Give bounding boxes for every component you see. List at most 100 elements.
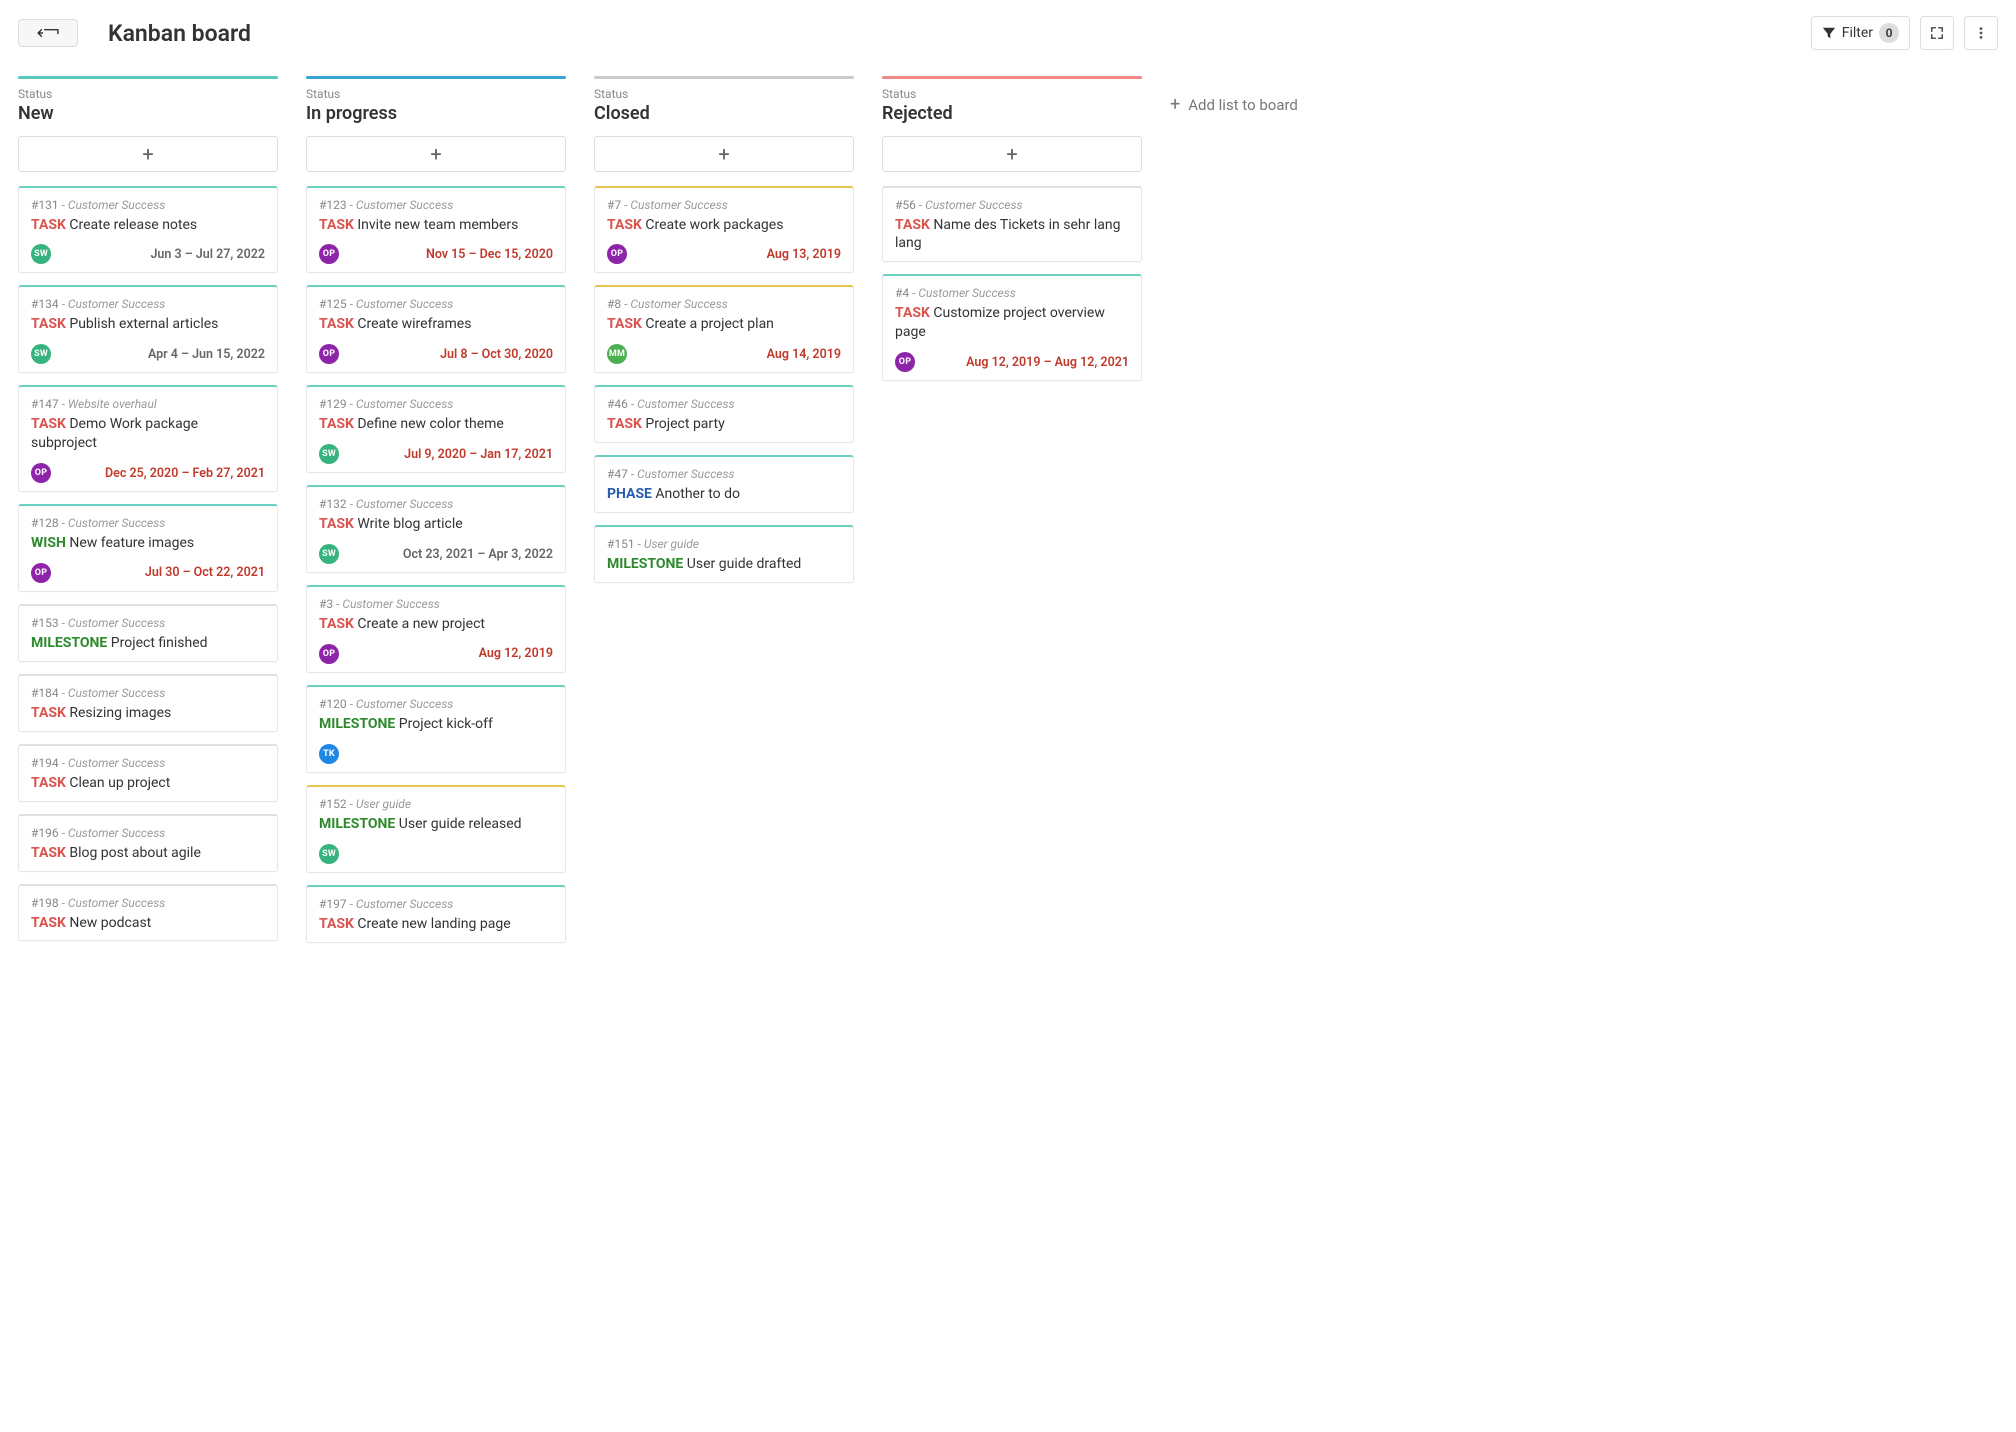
kanban-card[interactable]: #3 - Customer Success TASK Create a new … — [306, 585, 566, 673]
kanban-card[interactable]: #198 - Customer Success TASK New podcast — [18, 884, 278, 942]
card-project: User guide — [644, 537, 699, 551]
kanban-card[interactable]: #196 - Customer Success TASK Blog post a… — [18, 814, 278, 872]
card-project: Customer Success — [68, 686, 165, 700]
kanban-card[interactable]: #194 - Customer Success TASK Clean up pr… — [18, 744, 278, 802]
assignee-avatar: SW — [319, 544, 339, 564]
card-id: #3 — [319, 597, 333, 611]
card-date: Oct 23, 2021 – Apr 3, 2022 — [403, 547, 553, 562]
card-date: Jul 30 – Oct 22, 2021 — [145, 565, 265, 580]
filter-icon — [1822, 26, 1836, 40]
filter-button[interactable]: Filter 0 — [1811, 16, 1910, 50]
card-header: #131 - Customer Success — [31, 198, 265, 212]
card-id: #7 — [607, 198, 621, 212]
card-title: TASK Blog post about agile — [31, 844, 265, 863]
card-header: #7 - Customer Success — [607, 198, 841, 212]
kanban-card[interactable]: #4 - Customer Success TASK Customize pro… — [882, 274, 1142, 381]
card-type: WISH — [31, 535, 66, 551]
back-button[interactable] — [18, 19, 78, 47]
card-project: User guide — [356, 797, 411, 811]
card-project: Customer Success — [356, 397, 453, 411]
card-id: #46 — [607, 397, 628, 411]
card-id: #194 — [31, 756, 59, 770]
card-date: Jul 8 – Oct 30, 2020 — [440, 347, 553, 362]
kanban-card[interactable]: #128 - Customer Success WISH New feature… — [18, 504, 278, 592]
column-status-label: Status — [306, 87, 566, 101]
card-footer: OP Jul 8 – Oct 30, 2020 — [319, 344, 553, 364]
card-id: #153 — [31, 616, 59, 630]
card-type: TASK — [319, 316, 354, 332]
card-header: #132 - Customer Success — [319, 497, 553, 511]
column-title: Rejected — [882, 103, 1142, 124]
card-date: Jun 3 – Jul 27, 2022 — [150, 247, 265, 262]
card-project: Customer Success — [68, 297, 165, 311]
assignee-avatar: SW — [31, 344, 51, 364]
card-footer: OPDec 25, 2020 – Feb 27, 2021 — [31, 463, 265, 483]
assignee-avatar: TK — [319, 744, 339, 764]
card-title: TASK Create new landing page — [319, 915, 553, 934]
card-title: TASK Publish external articles — [31, 315, 265, 334]
kanban-card[interactable]: #134 - Customer Success TASK Publish ext… — [18, 285, 278, 373]
card-type: MILESTONE — [319, 816, 395, 832]
kanban-card[interactable]: #132 - Customer Success TASK Write blog … — [306, 485, 566, 573]
card-title: MILESTONE User guide drafted — [607, 555, 841, 574]
add-card-button[interactable]: + — [306, 136, 566, 172]
add-card-button[interactable]: + — [18, 136, 278, 172]
kanban-column: Status Closed + #7 - Customer Success TA… — [594, 76, 854, 595]
card-title: MILESTONE Project kick-off — [319, 715, 553, 734]
kanban-card[interactable]: #120 - Customer Success MILESTONE Projec… — [306, 685, 566, 773]
card-project: Customer Success — [68, 826, 165, 840]
card-header: #120 - Customer Success — [319, 697, 553, 711]
card-type: MILESTONE — [607, 556, 683, 572]
card-project: Customer Success — [68, 756, 165, 770]
kanban-card[interactable]: #129 - Customer Success TASK Define new … — [306, 385, 566, 473]
plus-icon: + — [1006, 142, 1017, 166]
card-header: #3 - Customer Success — [319, 597, 553, 611]
card-date: Nov 15 – Dec 15, 2020 — [426, 247, 553, 262]
plus-icon: + — [142, 142, 153, 166]
kanban-card[interactable]: #184 - Customer Success TASK Resizing im… — [18, 674, 278, 732]
card-project: Customer Success — [68, 896, 165, 910]
card-subject: Publish external articles — [69, 316, 218, 332]
add-card-button[interactable]: + — [882, 136, 1142, 172]
card-subject: Project party — [645, 416, 724, 432]
card-type: TASK — [607, 316, 642, 332]
kanban-card[interactable]: #147 - Website overhaul TASK Demo Work p… — [18, 385, 278, 492]
kanban-card[interactable]: #123 - Customer Success TASK Invite new … — [306, 186, 566, 274]
column-stripe — [18, 76, 278, 79]
card-date: Jul 9, 2020 – Jan 17, 2021 — [404, 447, 553, 462]
kanban-card[interactable]: #152 - User guide MILESTONE User guide r… — [306, 785, 566, 873]
kanban-card[interactable]: #125 - Customer Success TASK Create wire… — [306, 285, 566, 373]
card-footer: OPAug 12, 2019 – Aug 12, 2021 — [895, 352, 1129, 372]
card-type: TASK — [31, 915, 66, 931]
plus-icon: + — [718, 142, 729, 166]
kanban-card[interactable]: #47 - Customer Success PHASE Another to … — [594, 455, 854, 513]
card-project: Customer Success — [918, 286, 1015, 300]
kanban-card[interactable]: #56 - Customer Success TASK Name des Tic… — [882, 186, 1142, 263]
card-type: TASK — [319, 416, 354, 432]
kanban-card[interactable]: #151 - User guide MILESTONE User guide d… — [594, 525, 854, 583]
card-footer: OP Aug 13, 2019 — [607, 244, 841, 264]
card-title: TASK Create wireframes — [319, 315, 553, 334]
fullscreen-button[interactable] — [1920, 16, 1954, 50]
kanban-card[interactable]: #131 - Customer Success TASK Create rele… — [18, 186, 278, 274]
card-header: #184 - Customer Success — [31, 686, 265, 700]
assignee-avatar: OP — [319, 344, 339, 364]
kanban-card[interactable]: #8 - Customer Success TASK Create a proj… — [594, 285, 854, 373]
card-project: Customer Success — [630, 297, 727, 311]
assignee-avatar: OP — [607, 244, 627, 264]
column-status-label: Status — [594, 87, 854, 101]
card-type: TASK — [31, 845, 66, 861]
card-subject: Create work packages — [645, 217, 783, 233]
card-title: TASK Define new color theme — [319, 415, 553, 434]
kanban-card[interactable]: #46 - Customer Success TASK Project part… — [594, 385, 854, 443]
kanban-card[interactable]: #153 - Customer Success MILESTONE Projec… — [18, 604, 278, 662]
column-title: In progress — [306, 103, 566, 124]
kanban-card[interactable]: #197 - Customer Success TASK Create new … — [306, 885, 566, 943]
assignee-avatar: OP — [319, 644, 339, 664]
add-list-button[interactable]: + Add list to board — [1170, 94, 1298, 115]
card-date: Aug 13, 2019 — [767, 247, 841, 262]
more-menu-button[interactable] — [1964, 16, 1998, 50]
kanban-card[interactable]: #7 - Customer Success TASK Create work p… — [594, 186, 854, 274]
card-project: Customer Success — [637, 397, 734, 411]
add-card-button[interactable]: + — [594, 136, 854, 172]
